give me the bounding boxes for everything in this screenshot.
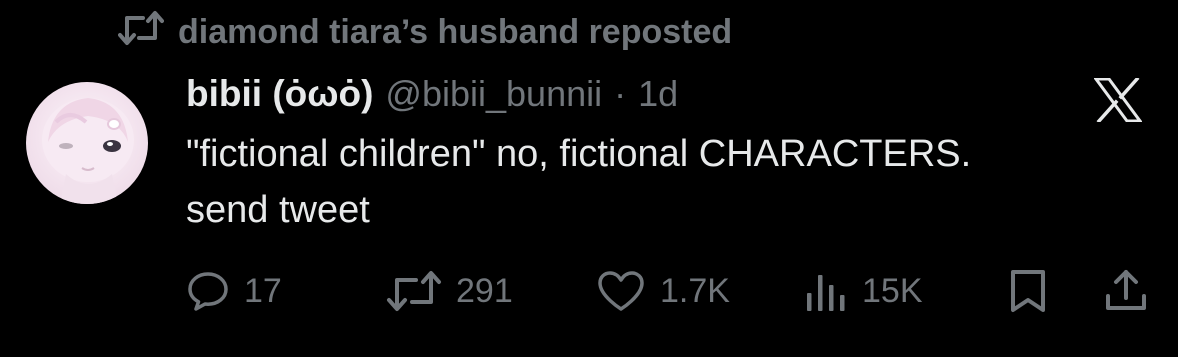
user-handle[interactable]: @bibii_bunnii bbox=[385, 73, 602, 115]
tweet-text-line: "fictional children" no, fictional CHARA… bbox=[186, 133, 972, 175]
tweet-header: bibii (ȯωȯ) @bibii_bunnii · 1d bbox=[186, 68, 678, 120]
repost-text: diamond tiara’s husband reposted bbox=[178, 12, 733, 51]
reply-count: 17 bbox=[244, 271, 282, 310]
repost-icon bbox=[386, 268, 442, 314]
like-button[interactable]: 1.7K bbox=[596, 266, 730, 316]
repost-indicator: diamond tiara’s husband reposted bbox=[118, 10, 732, 54]
share-icon bbox=[1104, 268, 1148, 314]
views-count: 15K bbox=[862, 271, 923, 310]
bookmark-button[interactable] bbox=[1008, 266, 1048, 316]
repost-count: 291 bbox=[456, 271, 513, 310]
timestamp[interactable]: 1d bbox=[638, 73, 678, 115]
views-button[interactable]: 15K bbox=[804, 266, 923, 316]
reply-icon bbox=[186, 270, 230, 312]
bookmark-icon bbox=[1008, 268, 1048, 314]
tweet-text: "fictional children" no, fictional CHARA… bbox=[186, 126, 1146, 238]
avatar[interactable] bbox=[26, 82, 148, 204]
reply-button[interactable]: 17 bbox=[186, 266, 282, 316]
repost-button[interactable]: 291 bbox=[386, 266, 513, 316]
x-logo-icon bbox=[1093, 76, 1143, 124]
like-count: 1.7K bbox=[660, 271, 730, 310]
display-name[interactable]: bibii (ȯωȯ) bbox=[186, 73, 373, 115]
views-icon bbox=[804, 269, 848, 313]
repost-icon bbox=[118, 8, 164, 57]
tweet-actions: 17 291 1.7K 15K bbox=[186, 266, 1152, 316]
share-button[interactable] bbox=[1104, 266, 1148, 316]
tweet-text-line: send tweet bbox=[186, 189, 370, 231]
header-separator: · bbox=[614, 73, 627, 114]
heart-icon bbox=[596, 269, 646, 313]
